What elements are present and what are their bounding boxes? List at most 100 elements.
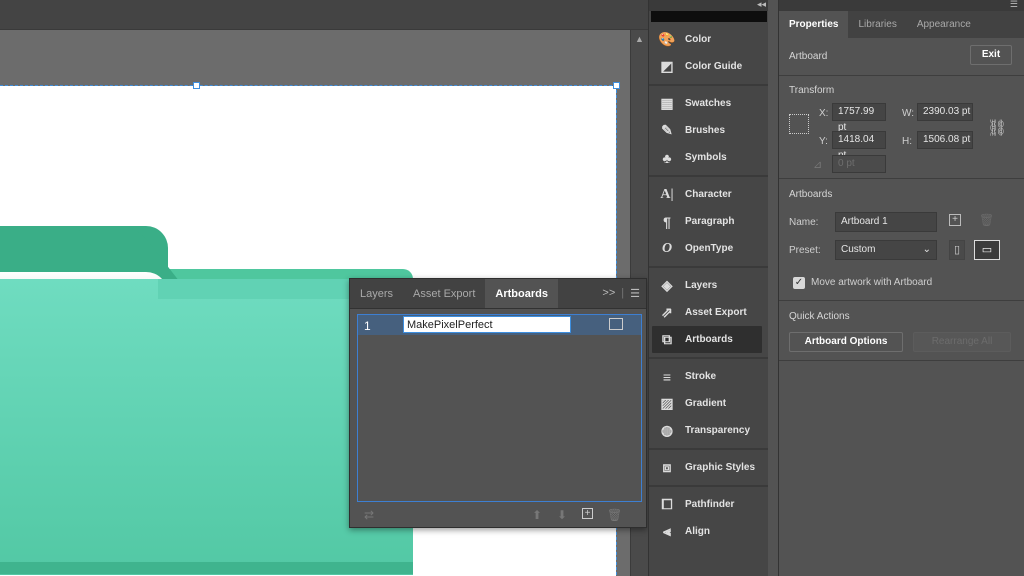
dock-item-opentype[interactable]: O OpenType: [649, 235, 768, 262]
top-bar: [0, 0, 648, 30]
artboards-title: Artboards: [789, 189, 833, 200]
tab-asset-export[interactable]: Asset Export: [403, 279, 485, 308]
artboard-name-field[interactable]: Artboard 1: [835, 212, 937, 232]
move-up-icon[interactable]: ⬆: [530, 508, 544, 522]
dock-item-swatches[interactable]: ▦ Swatches: [649, 90, 768, 117]
dock-item-graphic-styles[interactable]: ⧈ Graphic Styles: [649, 454, 768, 481]
dock-item-asset-export[interactable]: ⇗ Asset Export: [649, 299, 768, 326]
x-label: X:: [819, 108, 829, 119]
h-label: H:: [902, 136, 912, 147]
x-field[interactable]: 1757.99 pt: [832, 103, 886, 133]
tab-appearance[interactable]: Appearance: [907, 11, 981, 38]
layers-icon: ◈: [661, 277, 673, 293]
floating-panel-footer: ⇄ ⬆ ⬇ + 🗑: [350, 503, 646, 527]
context-section: Artboard Exit: [779, 38, 1024, 76]
delete-artboard-icon[interactable]: 🗑: [607, 508, 622, 522]
dock-item-color[interactable]: 🎨 Color: [649, 26, 768, 53]
swatches-icon: ▦: [660, 95, 674, 111]
color-palette-icon: 🎨: [658, 31, 676, 47]
chevron-down-icon: ⌄: [922, 244, 931, 255]
symbols-icon: ♣: [662, 149, 672, 166]
tab-libraries[interactable]: Libraries: [848, 11, 906, 38]
transform-title: Transform: [789, 85, 835, 96]
dock-item-artboards[interactable]: ⧉ Artboards: [652, 326, 762, 353]
scroll-up-icon[interactable]: ▲: [635, 34, 644, 44]
selection-handle-top-right[interactable]: [613, 82, 620, 89]
constrain-proportions-icon[interactable]: ⛓: [987, 118, 1007, 138]
color-guide-icon: ◩: [660, 58, 674, 74]
y-field[interactable]: 1418.04 pt: [832, 131, 886, 161]
rotate-angle-icon: ⊿: [813, 159, 823, 171]
dock-item-stroke[interactable]: ≡ Stroke: [649, 363, 768, 390]
dock-item-align[interactable]: ⫷ Align: [649, 518, 768, 545]
opentype-icon: O: [661, 240, 673, 256]
dock-item-symbols[interactable]: ♣ Symbols: [649, 144, 768, 171]
move-down-icon[interactable]: ⬇: [555, 508, 569, 522]
preset-value: Custom: [841, 244, 876, 255]
dock-item-pathfinder[interactable]: ⧠ Pathfinder: [649, 491, 768, 518]
height-field[interactable]: 1506.08 pt: [917, 131, 973, 149]
dock-item-gradient[interactable]: ▨ Gradient: [649, 390, 768, 417]
dock-item-color-guide[interactable]: ◩ Color Guide: [649, 53, 768, 80]
rearrange-icon[interactable]: ⇄: [362, 508, 376, 522]
w-label: W:: [902, 108, 915, 119]
quick-actions-section: Quick Actions Artboard Options Rearrange…: [779, 301, 1024, 361]
preset-select[interactable]: Custom ⌄: [835, 240, 937, 260]
delete-artboard-icon[interactable]: 🗑: [979, 213, 994, 227]
angle-field[interactable]: 0 pt: [832, 155, 886, 173]
tab-properties[interactable]: Properties: [779, 11, 849, 38]
exit-button[interactable]: Exit: [970, 45, 1012, 65]
tab-layers[interactable]: Layers: [350, 279, 403, 308]
width-field[interactable]: 2390.03 pt: [917, 103, 973, 121]
pathfinder-icon: ⧠: [661, 496, 673, 512]
new-artboard-icon[interactable]: +: [582, 508, 593, 519]
reference-point-icon[interactable]: [789, 114, 809, 134]
align-icon: ⫷: [663, 523, 671, 539]
collapse-dock-icon[interactable]: ◂◂: [757, 0, 766, 10]
panel-menu-icon[interactable]: ☰: [630, 287, 640, 300]
artboard-options-icon[interactable]: [609, 318, 623, 330]
move-artwork-checkbox[interactable]: ✓: [793, 277, 805, 289]
transform-section: Transform X: 1757.99 pt W: 2390.03 pt Y:…: [779, 76, 1024, 179]
move-artwork-label: Move artwork with Artboard: [811, 277, 933, 288]
expand-panel-icon[interactable]: >>: [602, 287, 615, 300]
tab-artboards[interactable]: Artboards: [485, 279, 558, 308]
collapsed-panel-dock: ◂◂ 🎨 Color ◩ Color Guide ▦ Swatches ✎ Brushe…: [648, 0, 768, 576]
graphic-styles-icon: ⧈: [662, 459, 672, 475]
rearrange-all-button[interactable]: Rearrange All: [913, 332, 1011, 352]
floating-panel-tabs: Layers Asset Export Artboards >> | ☰: [350, 279, 646, 309]
dock-item-layers[interactable]: ◈ Layers: [649, 272, 768, 299]
folder-front-bottom: [0, 562, 413, 574]
paragraph-icon: ¶: [663, 213, 671, 230]
artboards-section: Artboards Name: Artboard 1 + 🗑 Preset: C…: [779, 179, 1024, 301]
selection-handle-top[interactable]: [193, 82, 200, 89]
artboard-number: 1: [364, 319, 371, 333]
dock-item-character[interactable]: A| Character: [649, 181, 768, 208]
dock-item-paragraph[interactable]: ¶ Paragraph: [649, 208, 768, 235]
panel-menu-icon[interactable]: ☰: [1010, 0, 1018, 10]
artboards-icon: ⧉: [662, 331, 672, 347]
artboard-row[interactable]: 1: [358, 315, 641, 335]
properties-tabs: Properties Libraries Appearance: [779, 11, 1024, 38]
dock-item-brushes[interactable]: ✎ Brushes: [649, 117, 768, 144]
artboards-floating-panel: Layers Asset Export Artboards >> | ☰ 1 ⇄…: [349, 278, 647, 528]
name-label: Name:: [789, 217, 819, 228]
brushes-icon: ✎: [661, 122, 673, 138]
portrait-icon[interactable]: ▯: [949, 240, 965, 260]
new-artboard-icon[interactable]: +: [949, 214, 961, 226]
stroke-icon: ≡: [662, 368, 672, 385]
character-icon: A|: [660, 186, 674, 202]
artboard-options-button[interactable]: Artboard Options: [789, 332, 903, 352]
y-label: Y:: [819, 136, 828, 147]
quick-actions-title: Quick Actions: [789, 311, 850, 322]
transparency-icon: ◍: [660, 422, 674, 438]
properties-panel: ☰ Properties Libraries Appearance Artboa…: [778, 0, 1024, 576]
dock-item-transparency[interactable]: ◍ Transparency: [649, 417, 768, 444]
preset-label: Preset:: [789, 245, 821, 256]
dock-grip[interactable]: [651, 11, 767, 22]
gradient-icon: ▨: [660, 395, 674, 411]
landscape-icon[interactable]: ▭: [974, 240, 1000, 260]
asset-export-icon: ⇗: [661, 304, 673, 320]
panel-divider: |: [621, 287, 625, 299]
artboard-name-input[interactable]: [403, 316, 571, 333]
